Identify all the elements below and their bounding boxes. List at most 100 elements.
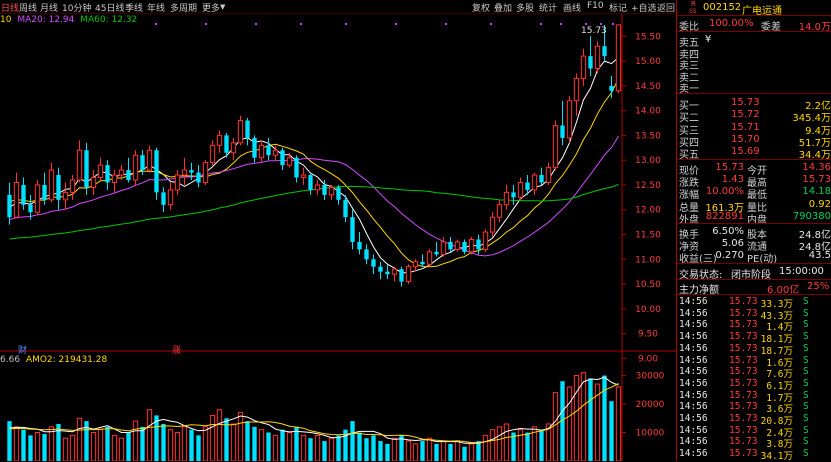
tick-time: 14:56 (679, 296, 708, 307)
statistics-button[interactable]: 统计 (539, 1, 557, 14)
candle-body (140, 155, 145, 171)
signal-marker (585, 23, 587, 25)
volume-axis-label: 20000 (636, 400, 665, 410)
volume-legend: 6.66 AMO2: 219431.28 (0, 355, 107, 365)
candle-body (272, 149, 279, 156)
back-button[interactable]: 返回 (657, 1, 675, 14)
ma20-line (9, 136, 619, 257)
volume-axis-label: 10000 (636, 429, 665, 439)
tick-time: 14:56 (679, 424, 708, 436)
tick-time: 14:56 (679, 436, 708, 448)
candle-body (602, 46, 607, 57)
volume-bar (573, 375, 580, 461)
candle-body (531, 174, 538, 191)
stat-value: 14.36 (802, 162, 831, 173)
candle-body (405, 266, 412, 283)
candle-body (209, 144, 216, 164)
tab-daily[interactable]: 日线 (1, 1, 19, 14)
multi-stock-button[interactable]: 多股 (516, 1, 534, 14)
candle-body (609, 85, 614, 91)
stat-value: 6.50% (712, 226, 744, 237)
candle-body (420, 261, 425, 265)
stat-value: 5.06 (721, 238, 744, 250)
volume-bar (266, 432, 271, 461)
candle-body (154, 150, 159, 193)
more-dropdown-icon[interactable]: ▼ (220, 3, 225, 11)
sell-level-row: 卖一 (679, 80, 831, 95)
tick-time: 14:56 (679, 413, 708, 424)
price-axis-label: 10.00 (635, 305, 661, 315)
period-toolbar: 日线 周线 月线 10分钟 45日线 季线 年线 多周期 更多 ▼ 复权 叠加 … (0, 0, 676, 14)
candle-body (314, 184, 321, 191)
kline-chart-area[interactable]: 15.50 15.00 14.50 14.00 13.50 13.00 12.50 12.00… (0, 14, 676, 461)
stat-value: 1.43 (721, 174, 744, 186)
volume-bar (357, 432, 362, 461)
candle-body (280, 150, 285, 166)
amo2-label: AMO2: 219431.28 (25, 355, 108, 365)
tick-price: 15.73 (729, 319, 758, 331)
tick-row: 14:56 15.73 3.6万 S (679, 401, 809, 415)
quote-stat-row: 涨幅 10.00% 最低 14.18 (679, 186, 831, 201)
draw-line-button[interactable]: 画线 (563, 1, 581, 14)
stat-value: 0.270 (715, 250, 744, 262)
ma-legend: 10 MA20: 12.94 MA60: 12.32 (0, 15, 137, 25)
tab-weekly[interactable]: 周线 (19, 1, 37, 14)
candle-body (118, 169, 125, 176)
candle-body (111, 174, 118, 183)
volume-bar (489, 429, 496, 461)
tab-45day[interactable]: 45日线 (95, 1, 124, 14)
limit-up-marker[interactable]: 涨 (172, 343, 181, 356)
tab-multi-period[interactable]: 多周期 (170, 1, 197, 14)
main-flow-row: 主力净额 6.00亿 25% (679, 281, 831, 296)
candle-body (489, 216, 496, 233)
tab-10min[interactable]: 10分钟 (62, 1, 91, 14)
finance-marker[interactable]: 财 (18, 343, 27, 356)
tick-volume: 34.1万 (760, 451, 793, 462)
candle-body (594, 45, 601, 70)
tick-row: 14:56 15.73 34.1万 S (679, 448, 809, 462)
candle-body (545, 167, 552, 183)
volume-bar (7, 421, 12, 461)
stat-value: 15.73 (802, 174, 831, 186)
volume-bar (385, 443, 390, 461)
stat-value: 43.5 (808, 250, 831, 262)
tick-direction: S (803, 413, 809, 424)
divider (677, 279, 831, 280)
mark-button[interactable]: 标记 (609, 1, 627, 14)
tick-row: 14:56 15.73 33.3万 S (679, 296, 809, 310)
volume-bar (146, 409, 153, 461)
volume-bar (237, 412, 244, 461)
tick-time: 14:56 (679, 366, 708, 378)
trade-status-row: 交易状态: 闭市阶段 15:00:00 (679, 266, 831, 281)
candle-body (245, 120, 250, 138)
tick-row: 14:56 15.73 20.8万 S (679, 413, 809, 427)
tab-quarterly[interactable]: 季线 (125, 1, 143, 14)
candle-body (308, 175, 313, 190)
tick-direction: S (803, 366, 809, 378)
candle-body (322, 184, 327, 195)
signal-marker (445, 23, 447, 25)
volume-bar (426, 437, 433, 461)
restore-rights-button[interactable]: 复权 (472, 1, 490, 14)
tab-more[interactable]: 更多 (202, 1, 220, 14)
tick-price: 15.73 (729, 354, 758, 366)
volume-bar (245, 421, 250, 461)
candle-body (84, 150, 89, 188)
f10-button[interactable]: F10 (587, 1, 604, 11)
kline-chart-svg[interactable]: 15.50 15.00 14.50 14.00 13.50 13.00 12.50 12.00… (0, 14, 676, 461)
tab-yearly[interactable]: 年线 (147, 1, 165, 14)
ma60-label: MA60: 12.32 (80, 15, 138, 25)
candle-body (434, 251, 439, 255)
add-watchlist-button[interactable]: +自选 (631, 1, 657, 14)
signal-marker (600, 23, 602, 25)
divider (677, 31, 831, 32)
volume-bar (167, 429, 174, 461)
overlay-button[interactable]: 叠加 (494, 1, 512, 14)
tick-price: 15.73 (729, 436, 758, 448)
volume-bar (181, 426, 188, 461)
volume-bar (286, 432, 293, 461)
volume-bar (21, 429, 26, 461)
candle-body (328, 186, 335, 196)
tab-monthly[interactable]: 月线 (40, 1, 58, 14)
volume-bar (308, 438, 313, 461)
